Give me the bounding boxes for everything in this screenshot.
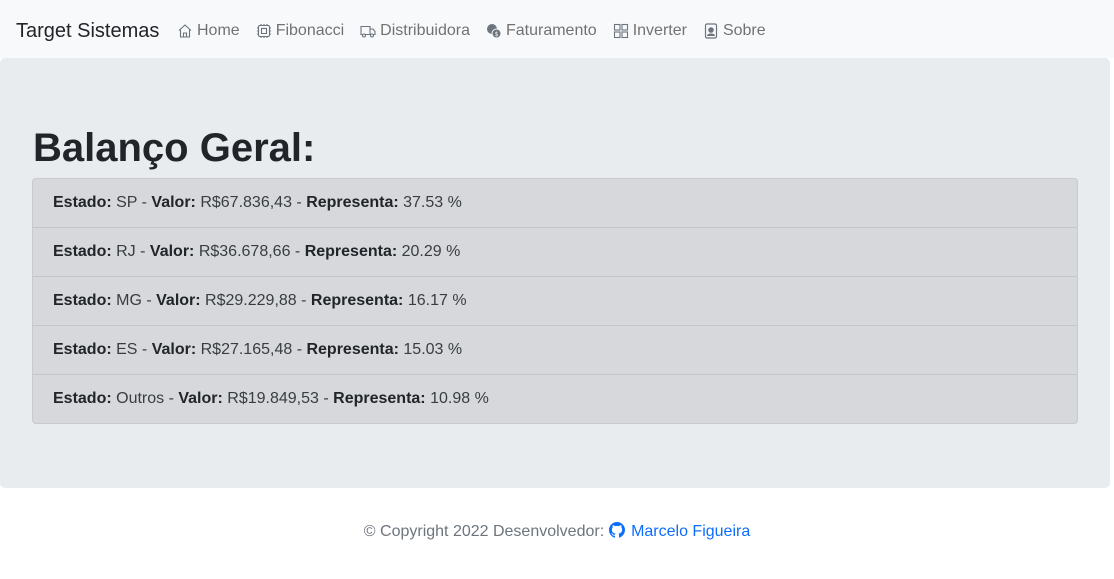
representa-label: Representa:	[306, 341, 399, 358]
estado-label: Estado:	[53, 194, 112, 211]
separator: -	[291, 194, 307, 211]
representa-label: Representa:	[306, 194, 399, 211]
nav-home[interactable]: Home	[177, 20, 240, 42]
representa-value: 20.29 %	[401, 243, 461, 260]
list-item: Estado: MG - Valor: R$29.229,88 - Repres…	[33, 277, 1077, 326]
truck-icon	[360, 23, 376, 39]
author-link[interactable]: Marcelo Figueira	[608, 522, 751, 540]
valor-label: Valor:	[151, 194, 196, 211]
grid-icon	[613, 23, 629, 39]
separator: -	[141, 292, 157, 309]
nav-fibonacci-label: Fibonacci	[275, 22, 345, 39]
estado-label: Estado:	[53, 341, 112, 358]
valor-label: Valor:	[156, 292, 201, 309]
valor-value: R$67.836,43	[200, 194, 292, 211]
nav-distribuidora[interactable]: Distribuidora	[360, 20, 470, 42]
separator: -	[296, 292, 311, 309]
separator: -	[137, 194, 152, 211]
list-item: Estado: SP - Valor: R$67.836,43 - Repres…	[33, 179, 1077, 228]
nav-home-label: Home	[197, 22, 240, 39]
separator: -	[290, 243, 305, 260]
separator: -	[292, 341, 307, 358]
separator: -	[318, 390, 334, 407]
nav-distribuidora-label: Distribuidora	[380, 22, 470, 39]
nav-sobre[interactable]: Sobre	[703, 20, 766, 42]
coins-icon: $	[486, 23, 502, 39]
representa-value: 37.53 %	[403, 194, 462, 211]
nav-fibonacci[interactable]: Fibonacci	[256, 20, 344, 42]
copyright-text: © Copyright 2022 Desenvolvedor:	[363, 523, 605, 540]
representa-label: Representa:	[333, 390, 426, 407]
balance-list: Estado: SP - Valor: R$67.836,43 - Repres…	[32, 178, 1078, 424]
estado-label: Estado:	[53, 390, 112, 407]
list-item: Estado: ES - Valor: R$27.165,48 - Repres…	[33, 326, 1077, 375]
author-name: Marcelo Figueira	[631, 523, 751, 540]
estado-value: MG	[116, 292, 142, 309]
page-title: Balanço Geral:	[33, 126, 316, 170]
cpu-icon	[256, 23, 272, 39]
separator: -	[164, 390, 179, 407]
list-item: Estado: Outros - Valor: R$19.849,53 - Re…	[33, 375, 1077, 423]
nav-inverter[interactable]: Inverter	[613, 20, 687, 42]
representa-value: 15.03 %	[403, 341, 463, 358]
estado-label: Estado:	[53, 243, 112, 260]
valor-label: Valor:	[149, 243, 195, 260]
estado-value: Outros	[116, 390, 165, 407]
valor-label: Valor:	[151, 341, 197, 358]
list-item: Estado: RJ - Valor: R$36.678,66 - Repres…	[33, 228, 1077, 277]
github-icon	[608, 522, 625, 538]
valor-value: R$36.678,66	[198, 243, 291, 260]
nav-links: Home Fibonacci Distribuidora $ Faturamen…	[177, 20, 782, 42]
representa-label: Representa:	[304, 243, 398, 260]
footer: © Copyright 2022 Desenvolvedor: Marcelo …	[0, 520, 1114, 544]
nav-sobre-label: Sobre	[722, 22, 766, 39]
separator: -	[137, 341, 152, 358]
brand-link[interactable]: Target Sistemas	[16, 19, 159, 43]
estado-value: RJ	[116, 243, 136, 260]
nav-faturamento-label: Faturamento	[505, 22, 597, 39]
person-badge-icon	[703, 23, 719, 39]
house-icon	[177, 23, 193, 39]
valor-value: R$19.849,53	[227, 390, 319, 407]
representa-label: Representa:	[310, 292, 404, 309]
valor-value: R$29.229,88	[205, 292, 297, 309]
nav-inverter-label: Inverter	[632, 22, 687, 39]
navbar: Target Sistemas Home Fibonacci Distribui…	[0, 0, 1114, 58]
estado-value: SP	[116, 194, 138, 211]
representa-value: 10.98 %	[430, 390, 489, 407]
separator: -	[135, 243, 150, 260]
estado-label: Estado:	[53, 292, 112, 309]
valor-value: R$27.165,48	[200, 341, 293, 358]
nav-faturamento[interactable]: $ Faturamento	[486, 20, 597, 42]
representa-value: 16.17 %	[407, 292, 467, 309]
valor-label: Valor:	[178, 390, 223, 407]
svg-text:$: $	[495, 31, 499, 38]
estado-value: ES	[116, 341, 138, 358]
